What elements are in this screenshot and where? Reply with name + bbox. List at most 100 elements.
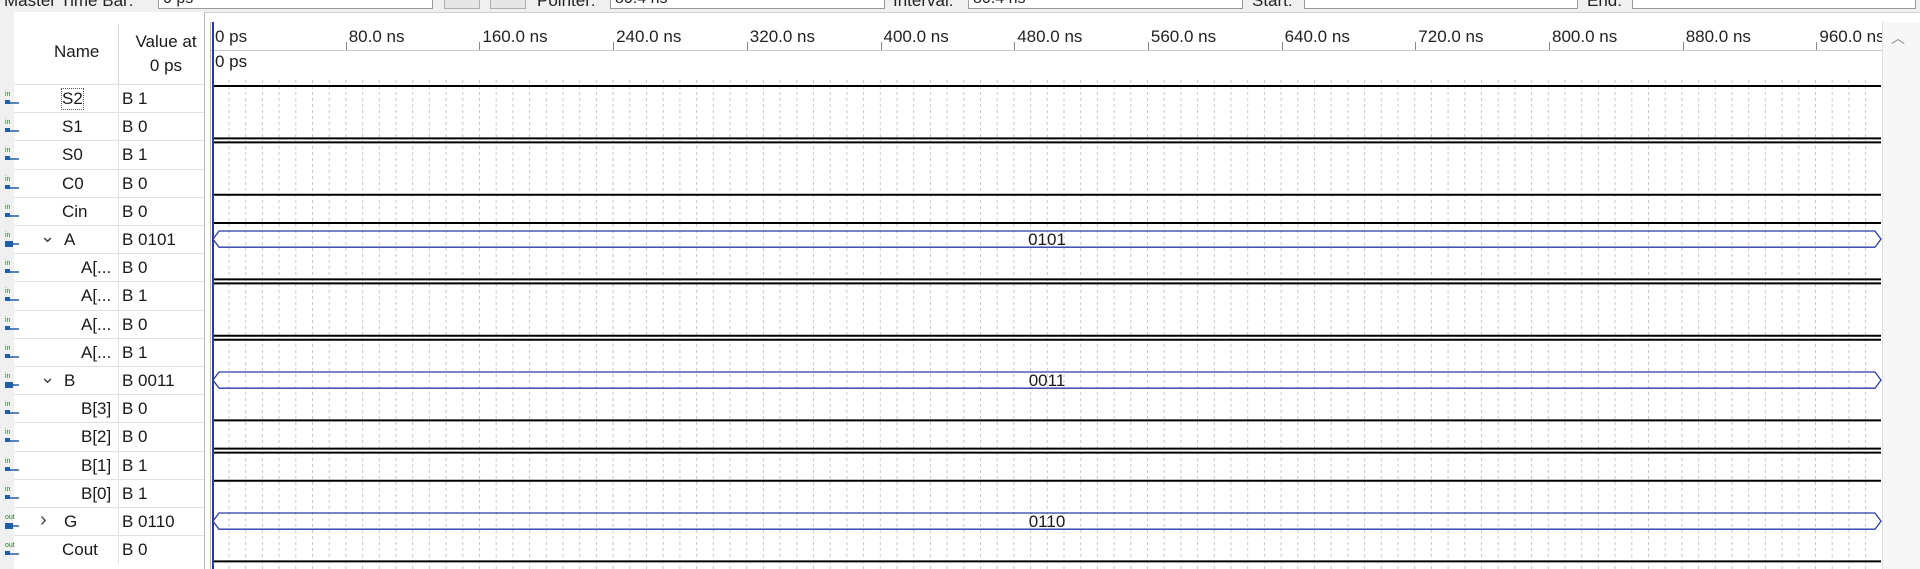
signal-row[interactable]: in B[2] B 0: [5, 422, 204, 452]
input-pin-icon: in: [3, 399, 21, 419]
signal-row[interactable]: in A[... B 0: [5, 253, 204, 283]
signal-value: B 0: [122, 427, 148, 447]
signal-value: B 0: [122, 173, 148, 193]
vertical-scrollbar[interactable]: ︿: [1882, 22, 1920, 569]
input-pin-icon: in: [3, 202, 21, 222]
input-pin-icon: in: [3, 286, 21, 306]
input-pin-icon: in: [3, 315, 21, 335]
master-time-bar-field[interactable]: 0 ps: [158, 0, 433, 9]
signal-row[interactable]: in S2 B 1: [5, 84, 204, 113]
signal-row[interactable]: in A[... B 1: [5, 281, 204, 311]
svg-text:in: in: [5, 91, 11, 98]
signal-name: B[2]: [81, 427, 112, 447]
input-pin-icon: in: [3, 371, 21, 391]
signal-value: B 1: [122, 342, 148, 362]
signal-row[interactable]: in ⌄ A B 0101: [5, 225, 204, 254]
header-divider: [118, 24, 119, 92]
column-divider: [118, 310, 119, 339]
svg-text:in: in: [5, 204, 11, 211]
signal-value: B 0: [122, 314, 148, 334]
svg-text:in: in: [5, 176, 11, 183]
svg-text:in: in: [5, 317, 11, 324]
input-pin-icon: in: [3, 427, 21, 447]
column-divider: [118, 197, 119, 226]
input-pin-icon: in: [3, 456, 21, 476]
master-time-bar-label: Master Time Bar:: [4, 0, 134, 10]
column-divider: [118, 451, 119, 480]
scroll-up-arrow-icon[interactable]: ︿: [1891, 28, 1905, 48]
pointer-label: Pointer:: [537, 0, 596, 10]
waveform-pane[interactable]: 0 ps 80.0 ns 160.0 ns 240.0 ns 320.0 ns 400.0…: [210, 22, 1885, 569]
name-column-header[interactable]: Name: [54, 42, 99, 62]
interval-field[interactable]: 80.4 ns: [968, 0, 1243, 9]
waveform-canvas[interactable]: 0101 0011 0110: [211, 22, 1883, 569]
signal-value: B 0101: [122, 230, 176, 249]
signal-row[interactable]: in B[1] B 1: [5, 450, 204, 480]
column-divider: [118, 169, 119, 198]
column-divider: [118, 282, 119, 311]
svg-text:in: in: [5, 119, 11, 126]
bus-value-label: 0110: [1029, 512, 1066, 531]
signal-row[interactable]: in ⌄ B B 0011: [5, 366, 204, 395]
signal-row[interactable]: in S1 B 0: [5, 112, 204, 142]
output-pin-icon: out: [3, 540, 21, 560]
signal-row[interactable]: in B[3] B 0: [5, 394, 204, 424]
column-divider: [118, 85, 119, 113]
signal-row[interactable]: out › G B 0110: [5, 507, 204, 536]
signal-name: B[1]: [81, 455, 112, 475]
signal-name: B[0]: [81, 483, 112, 503]
signal-name: C0: [62, 173, 84, 193]
signal-row[interactable]: in A[... B 1: [5, 337, 204, 367]
svg-text:in: in: [5, 260, 11, 267]
signal-row[interactable]: in B[0] B 1: [5, 478, 204, 508]
value-at-label: Value at: [135, 32, 197, 51]
prev-transition-button[interactable]: [444, 0, 480, 9]
pointer-field[interactable]: 80.4 ns: [610, 0, 885, 9]
svg-text:in: in: [5, 288, 11, 295]
signal-row[interactable]: in Cin B 0: [5, 196, 204, 226]
next-transition-button[interactable]: [490, 0, 526, 9]
column-divider: [118, 113, 119, 142]
svg-text:in: in: [5, 345, 11, 352]
bus-value-label: 0101: [1028, 230, 1066, 249]
column-divider: [118, 536, 119, 565]
value-column-header[interactable]: Value at 0 ps: [124, 30, 208, 78]
signal-value: B 1: [122, 145, 148, 165]
input-pin-icon: in: [3, 174, 21, 194]
svg-text:in: in: [5, 373, 11, 380]
signal-value: B 1: [122, 455, 148, 475]
input-pin-icon: in: [3, 484, 21, 504]
svg-text:in: in: [5, 232, 11, 239]
signal-value: B 0: [122, 258, 148, 278]
signal-value: B 1: [122, 89, 148, 108]
output-pin-icon: out: [3, 512, 21, 532]
signal-value: B 0011: [122, 371, 175, 390]
signal-row[interactable]: in A[... B 0: [5, 309, 204, 339]
signal-name: A: [64, 230, 76, 249]
column-divider: [118, 254, 119, 283]
column-divider: [118, 423, 119, 452]
column-divider: [118, 395, 119, 424]
column-divider: [118, 479, 119, 508]
signal-name: S2: [61, 88, 84, 110]
svg-text:in: in: [5, 486, 11, 493]
signal-name: B[3]: [81, 399, 112, 419]
signal-row[interactable]: in C0 B 0: [5, 168, 204, 198]
chevron-down-icon[interactable]: ⌄: [40, 226, 55, 247]
svg-text:in: in: [5, 401, 11, 408]
toolbar: Master Time Bar: 0 ps Pointer: 80.4 ns I…: [0, 0, 1920, 13]
signal-name: Cout: [62, 540, 98, 560]
start-field[interactable]: [1304, 0, 1578, 9]
signal-name: B: [64, 371, 76, 390]
svg-text:in: in: [5, 147, 11, 154]
chevron-right-icon[interactable]: ›: [40, 509, 47, 532]
end-field[interactable]: [1632, 0, 1916, 9]
signal-row[interactable]: out Cout B 0: [5, 535, 204, 565]
column-divider: [118, 367, 119, 395]
signal-name: S1: [62, 117, 83, 137]
signal-name: A[...: [81, 342, 112, 362]
signal-row[interactable]: in S0 B 1: [5, 140, 204, 170]
signal-name: G: [64, 512, 78, 531]
column-divider: [118, 508, 119, 536]
chevron-down-icon[interactable]: ⌄: [40, 367, 55, 388]
